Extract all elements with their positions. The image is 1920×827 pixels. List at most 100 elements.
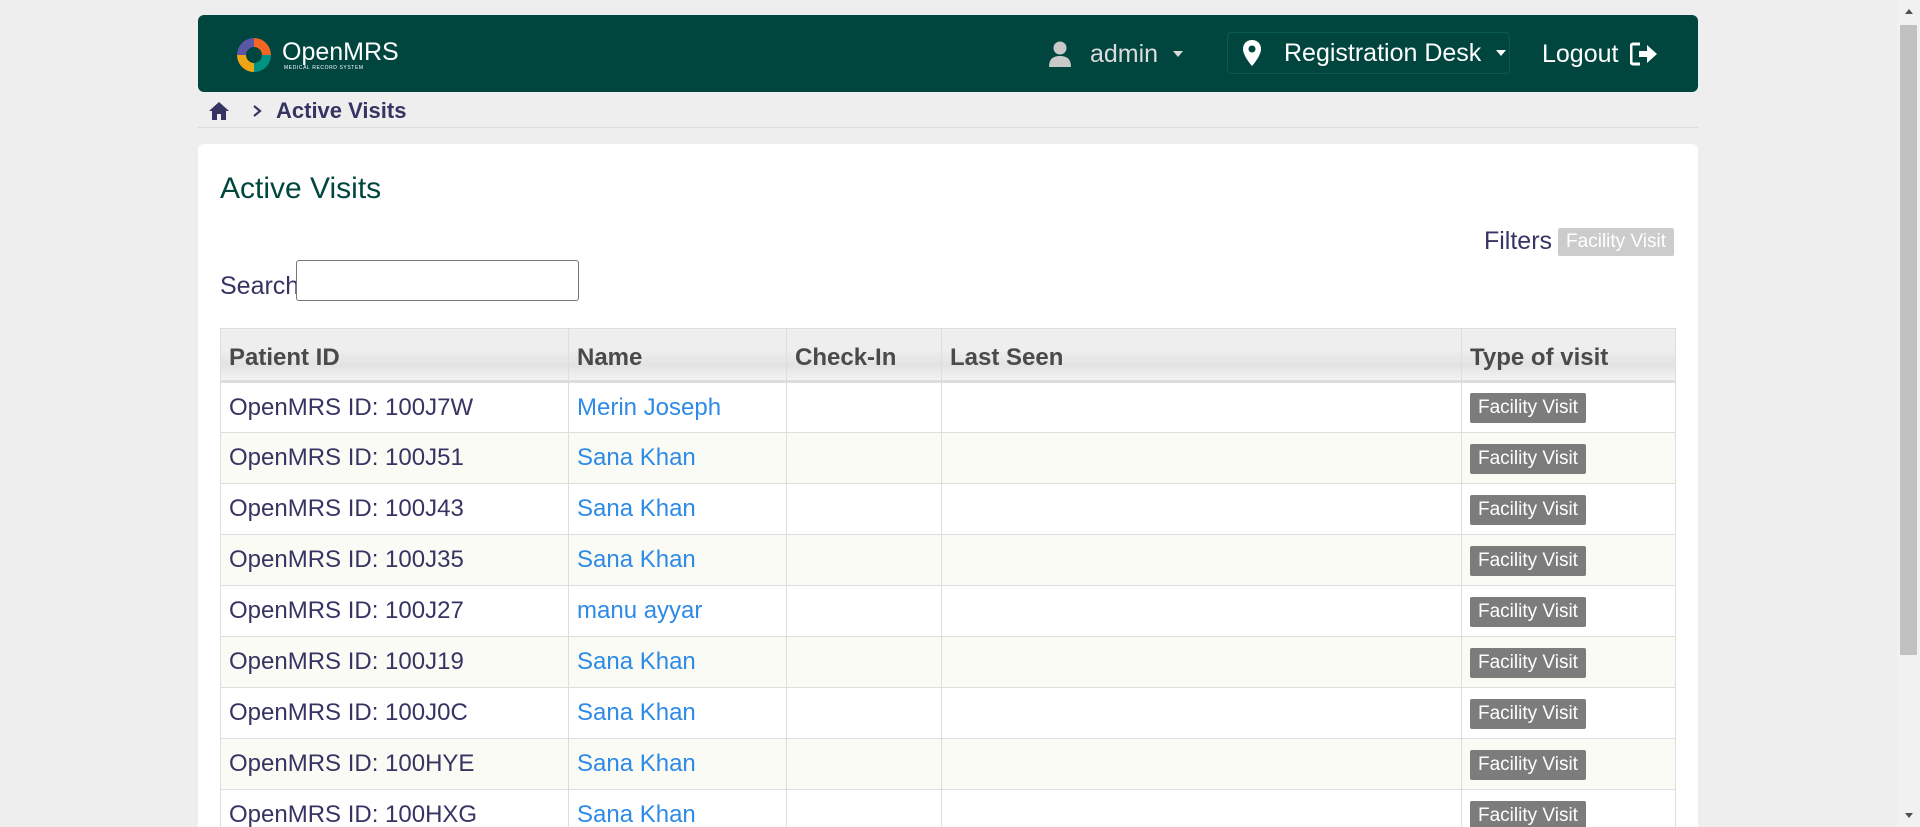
table-header-row: Patient ID Name Check-In Last Seen Type … (220, 328, 1676, 383)
patient-id-cell: OpenMRS ID: 100J35 (220, 534, 569, 586)
column-header-last-seen[interactable]: Last Seen (941, 328, 1462, 383)
visit-type-badge: Facility Visit (1470, 393, 1586, 423)
table-row: OpenMRS ID: 100HXG Sana Khan Facility Vi… (220, 789, 1676, 827)
table-row: OpenMRS ID: 100J43 Sana Khan Facility Vi… (220, 483, 1676, 535)
app-name: OpenMRS (282, 38, 399, 66)
last-seen-cell (941, 789, 1462, 827)
scroll-up-arrow-icon[interactable] (1900, 3, 1917, 20)
logout-icon (1630, 42, 1658, 66)
patient-name-link[interactable]: Merin Joseph (577, 394, 721, 421)
table-row: OpenMRS ID: 100J0C Sana Khan Facility Vi… (220, 687, 1676, 739)
filter-facility-visit[interactable]: Facility Visit (1558, 227, 1674, 256)
visit-type-cell: Facility Visit (1461, 738, 1676, 790)
chevron-right-icon (253, 105, 262, 117)
location-menu[interactable]: Registration Desk (1227, 32, 1510, 74)
check-in-cell (786, 636, 942, 688)
check-in-cell (786, 585, 942, 637)
column-header-name[interactable]: Name (568, 328, 787, 383)
last-seen-cell (941, 483, 1462, 535)
visit-type-badge: Facility Visit (1470, 545, 1586, 576)
name-cell: Sana Khan (568, 738, 787, 790)
patient-id-cell: OpenMRS ID: 100J27 (220, 585, 569, 637)
last-seen-cell (941, 534, 1462, 586)
logout-label: Logout (1542, 39, 1619, 68)
patient-id-cell: OpenMRS ID: 100J51 (220, 432, 569, 484)
name-cell: Merin Joseph (568, 381, 787, 433)
user-icon (1049, 41, 1071, 67)
patient-name-link[interactable]: Sana Khan (577, 801, 696, 827)
check-in-cell (786, 738, 942, 790)
page-title: Active Visits (220, 172, 382, 205)
visit-type-badge: Facility Visit (1470, 749, 1586, 780)
name-cell: Sana Khan (568, 636, 787, 688)
breadcrumb-divider (198, 127, 1698, 128)
scrollbar-thumb[interactable] (1900, 25, 1917, 655)
patient-name-link[interactable]: manu ayyar (577, 597, 702, 624)
patient-name-link[interactable]: Sana Khan (577, 750, 696, 777)
patient-id-cell: OpenMRS ID: 100J19 (220, 636, 569, 688)
patient-id-cell: OpenMRS ID: 100J0C (220, 687, 569, 739)
table-row: OpenMRS ID: 100J35 Sana Khan Facility Vi… (220, 534, 1676, 586)
last-seen-cell (941, 585, 1462, 637)
name-cell: Sana Khan (568, 432, 787, 484)
viewport: OpenMRS MEDICAL RECORD SYSTEM admin Regi… (0, 0, 1920, 827)
table-row: OpenMRS ID: 100J27 manu ayyar Facility V… (220, 585, 1676, 637)
location-name: Registration Desk (1284, 38, 1482, 67)
last-seen-cell (941, 381, 1462, 433)
patient-name-link[interactable]: Sana Khan (577, 699, 696, 726)
home-icon[interactable] (208, 101, 230, 121)
table-row: OpenMRS ID: 100J19 Sana Khan Facility Vi… (220, 636, 1676, 688)
app-subtitle: MEDICAL RECORD SYSTEM (284, 65, 364, 71)
patient-id-cell: OpenMRS ID: 100HXG (220, 789, 569, 827)
filters: Filters Facility Visit (1484, 227, 1674, 256)
chevron-down-icon (1496, 50, 1507, 56)
name-cell: Sana Khan (568, 789, 787, 827)
table-row: OpenMRS ID: 100J51 Sana Khan Facility Vi… (220, 432, 1676, 484)
visit-type-badge: Facility Visit (1470, 596, 1586, 627)
search-input[interactable] (296, 260, 579, 301)
patient-id-cell: OpenMRS ID: 100HYE (220, 738, 569, 790)
patient-name-link[interactable]: Sana Khan (577, 648, 696, 675)
last-seen-cell (941, 636, 1462, 688)
patient-name-link[interactable]: Sana Khan (577, 495, 696, 522)
check-in-cell (786, 789, 942, 827)
visit-type-cell: Facility Visit (1461, 636, 1676, 688)
map-pin-icon (1243, 40, 1261, 66)
visit-type-cell: Facility Visit (1461, 585, 1676, 637)
check-in-cell (786, 534, 942, 586)
column-header-type-of-visit[interactable]: Type of visit (1461, 328, 1676, 383)
last-seen-cell (941, 432, 1462, 484)
visit-type-cell: Facility Visit (1461, 687, 1676, 739)
visit-type-badge: Facility Visit (1470, 800, 1586, 827)
column-header-patient-id[interactable]: Patient ID (220, 328, 569, 383)
column-header-check-in[interactable]: Check-In (786, 328, 942, 383)
openmrs-logo[interactable]: OpenMRS MEDICAL RECORD SYSTEM (234, 35, 399, 75)
name-cell: Sana Khan (568, 534, 787, 586)
patient-id-cell: OpenMRS ID: 100J7W (220, 381, 569, 433)
table-row: OpenMRS ID: 100HYE Sana Khan Facility Vi… (220, 738, 1676, 790)
visit-type-cell: Facility Visit (1461, 381, 1676, 433)
patient-name-link[interactable]: Sana Khan (577, 444, 696, 471)
user-menu[interactable]: admin (1048, 35, 1184, 73)
visit-type-badge: Facility Visit (1470, 443, 1586, 474)
table-row: OpenMRS ID: 100J7W Merin Joseph Facility… (220, 381, 1676, 433)
check-in-cell (786, 381, 942, 433)
visit-type-cell: Facility Visit (1461, 432, 1676, 484)
filters-label: Filters (1483, 227, 1553, 255)
visit-type-badge: Facility Visit (1470, 494, 1586, 525)
visit-type-cell: Facility Visit (1461, 534, 1676, 586)
logout-button[interactable]: Logout (1542, 35, 1658, 73)
breadcrumb-current: Active Visits (276, 98, 407, 123)
check-in-cell (786, 687, 942, 739)
last-seen-cell (941, 738, 1462, 790)
visit-type-badge: Facility Visit (1470, 647, 1586, 678)
name-cell: Sana Khan (568, 483, 787, 535)
patient-name-link[interactable]: Sana Khan (577, 546, 696, 573)
top-header: OpenMRS MEDICAL RECORD SYSTEM admin Regi… (198, 15, 1698, 92)
scroll-down-arrow-icon[interactable] (1900, 807, 1917, 824)
check-in-cell (786, 432, 942, 484)
last-seen-cell (941, 687, 1462, 739)
name-cell: Sana Khan (568, 687, 787, 739)
active-visits-table: Patient ID Name Check-In Last Seen Type … (220, 328, 1676, 827)
breadcrumb: Active Visits (208, 96, 406, 126)
